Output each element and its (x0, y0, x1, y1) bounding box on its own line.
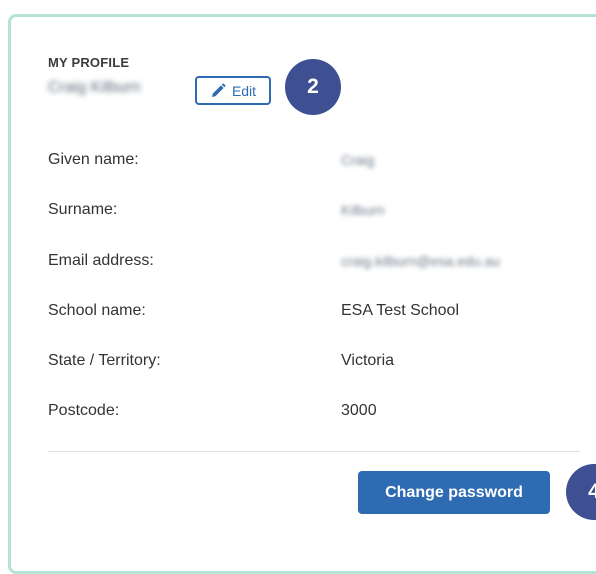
page: MY PROFILE Craig Kilburn Edit 2 Given na… (0, 0, 596, 574)
given-name-value: Craig (341, 152, 375, 168)
user-display-name: Craig Kilburn (48, 79, 141, 96)
given-name-label: Given name: (48, 151, 139, 168)
postcode-value: 3000 (341, 402, 377, 419)
surname-label: Surname: (48, 201, 118, 218)
pencil-icon (210, 83, 226, 99)
edit-profile-button[interactable]: Edit (195, 76, 271, 105)
section-title: MY PROFILE (48, 55, 130, 70)
state-territory-value: Victoria (341, 352, 395, 369)
state-territory-label: State / Territory: (48, 352, 161, 369)
change-password-button[interactable]: Change password (358, 471, 550, 514)
surname-value: Kilburn (341, 202, 385, 218)
email-label: Email address: (48, 252, 154, 269)
school-name-value: ESA Test School (341, 302, 459, 319)
divider (48, 451, 580, 452)
step-badge-2: 2 (285, 59, 341, 115)
postcode-label: Postcode: (48, 402, 120, 419)
school-name-label: School name: (48, 302, 146, 319)
edit-button-label: Edit (231, 82, 257, 99)
email-value: craig.kilburn@esa.edu.au (341, 253, 500, 269)
